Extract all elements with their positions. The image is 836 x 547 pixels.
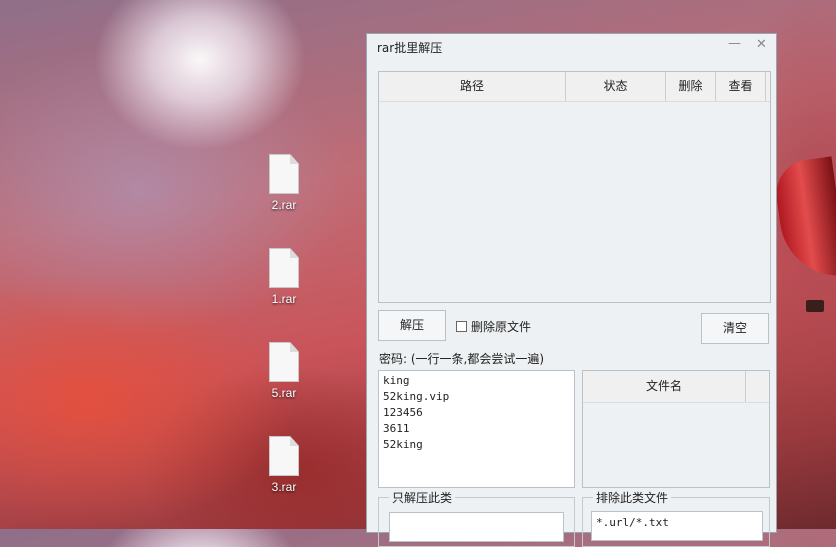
- balloon-basket-decoration: [806, 300, 824, 312]
- filename-list[interactable]: 文件名: [582, 370, 770, 488]
- only-extract-label: 只解压此类: [389, 489, 456, 506]
- archive-list[interactable]: 路径 状态 删除 查看: [378, 71, 771, 303]
- desktop-file-3rar[interactable]: 3.rar: [254, 436, 314, 494]
- desktop-file-5rar[interactable]: 5.rar: [254, 342, 314, 400]
- desktop-file-1rar[interactable]: 1.rar: [254, 248, 314, 306]
- delete-original-checkbox[interactable]: 删除原文件: [456, 318, 531, 335]
- column-header-delete[interactable]: 删除: [666, 72, 716, 101]
- delete-original-label: 删除原文件: [471, 320, 532, 334]
- only-extract-input[interactable]: [389, 512, 564, 542]
- minimize-icon[interactable]: —: [728, 36, 741, 51]
- archive-list-header: 路径 状态 删除 查看: [379, 72, 770, 102]
- desktop-file-2rar[interactable]: 2.rar: [254, 154, 314, 212]
- desktop-file-label: 3.rar: [271, 480, 297, 494]
- exclude-input[interactable]: *.url/*.txt: [591, 511, 763, 541]
- password-line: 52king.vip: [383, 390, 450, 403]
- desktop-file-label: 1.rar: [271, 292, 297, 306]
- desktop-file-label: 5.rar: [271, 386, 297, 400]
- close-icon[interactable]: ✕: [756, 37, 767, 52]
- password-line: 3611: [383, 422, 410, 435]
- file-icon: [269, 436, 299, 476]
- filename-list-header: 文件名: [583, 371, 769, 403]
- file-icon: [269, 342, 299, 382]
- rar-batch-extract-window: rar批里解压 — ✕ 路径 状态 删除 查看 解压 删除原文件 清空 密码: …: [366, 33, 777, 547]
- password-label: 密码: (一行一条,都会尝试一遍): [379, 352, 545, 366]
- desktop-file-label: 2.rar: [271, 198, 297, 212]
- exclude-group: 排除此类文件 *.url/*.txt: [582, 489, 770, 547]
- password-line: 52king: [383, 438, 423, 451]
- clear-button[interactable]: 清空: [701, 313, 769, 344]
- extract-button[interactable]: 解压: [378, 310, 446, 341]
- password-line: king: [383, 374, 410, 387]
- hot-air-balloon-decoration: [771, 156, 836, 284]
- password-line: 123456: [383, 406, 423, 419]
- column-header-filename[interactable]: 文件名: [583, 371, 746, 402]
- checkbox-box[interactable]: [456, 321, 467, 332]
- window-title: rar批里解压: [377, 41, 443, 55]
- file-icon: [269, 154, 299, 194]
- column-header-view[interactable]: 查看: [716, 72, 766, 101]
- column-header-status[interactable]: 状态: [566, 72, 666, 101]
- exclude-label: 排除此类文件: [593, 489, 672, 506]
- column-header-path[interactable]: 路径: [379, 72, 566, 101]
- title-bar[interactable]: rar批里解压 — ✕: [367, 34, 776, 60]
- only-extract-group: 只解压此类: [378, 489, 575, 547]
- password-textarea[interactable]: king 52king.vip 123456 3611 52king: [378, 370, 575, 488]
- file-icon: [269, 248, 299, 288]
